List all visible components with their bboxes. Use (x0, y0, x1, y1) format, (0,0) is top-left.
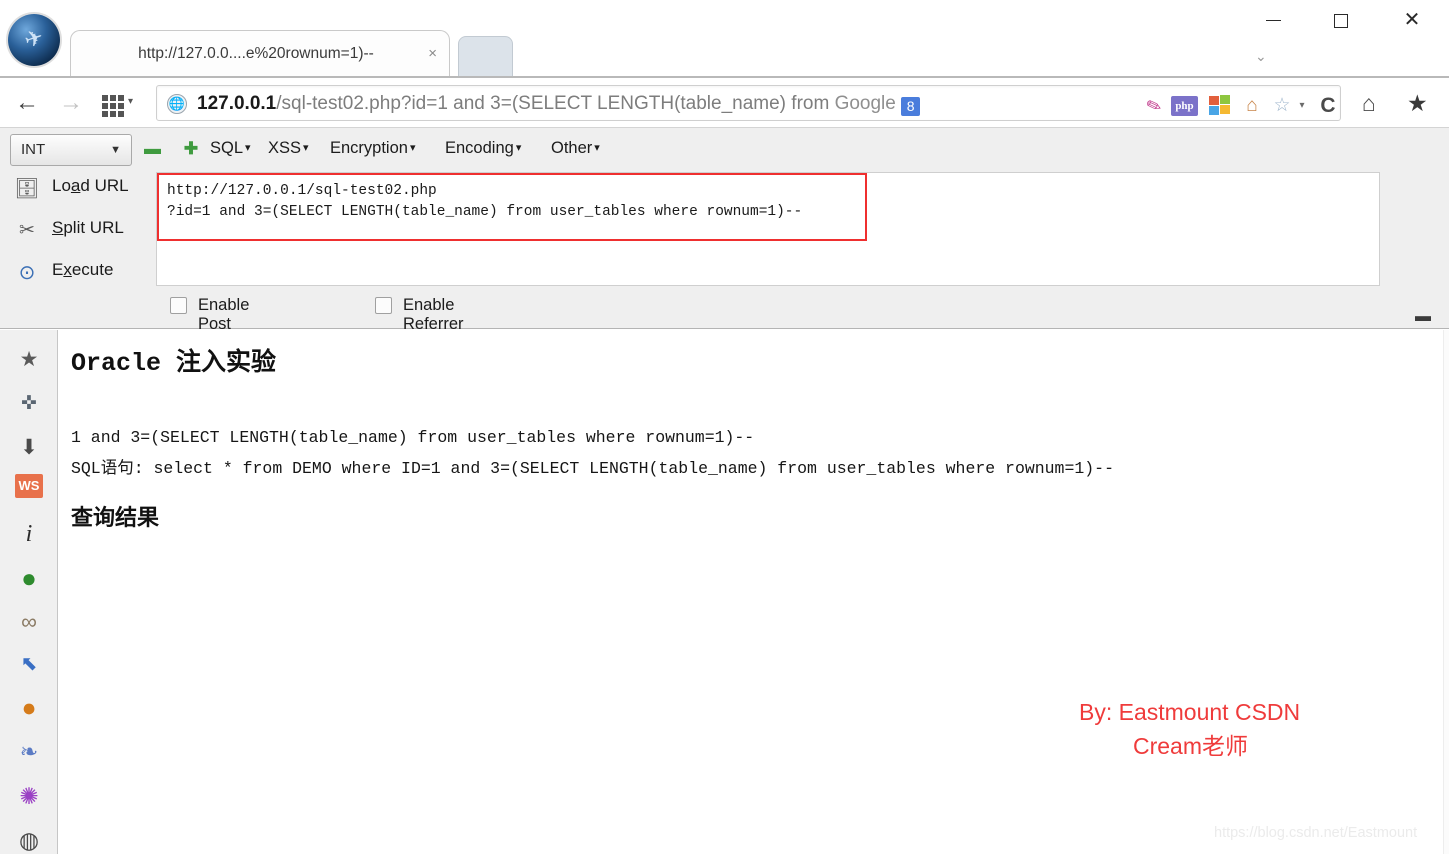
load-url-button[interactable]: 🗄 Load URL (12, 172, 152, 208)
window-controls: ✕ (1239, 0, 1449, 40)
green-globe-icon[interactable]: ● (13, 562, 45, 594)
split-url-button[interactable]: ✂ Split URL (12, 214, 152, 250)
url-host: 127.0.0.1 (197, 93, 277, 114)
select-element-icon[interactable]: ⬉ (13, 648, 45, 680)
sql-statement-line: SQL语句: select * from DEMO where ID=1 and… (71, 459, 1114, 478)
home-extension-icon[interactable]: ⌂ (1240, 94, 1264, 118)
menu-encryption[interactable]: Encryption ▾ (330, 139, 416, 163)
chain-link-icon[interactable]: ∞ (13, 606, 45, 638)
chevron-down-icon: ▼ (110, 144, 121, 156)
apps-caret-icon[interactable]: ▾ (128, 96, 133, 107)
byline-line-1: By: Eastmount CSDN (1079, 699, 1301, 725)
load-url-icon: 🗄 (14, 178, 40, 200)
favorites-icon[interactable]: ★ (13, 344, 45, 376)
download-arrow-icon[interactable]: ⬇ (13, 432, 45, 464)
execute-icon: ⊙ (18, 262, 36, 284)
address-bar-text: 127.0.0.1/sql-test02.php?id=1 and 3=(SEL… (197, 91, 1197, 117)
virus-icon[interactable]: ✺ (13, 780, 45, 812)
split-url-label: Split URL (52, 218, 124, 237)
caret-icon: ▾ (245, 142, 251, 154)
enable-referrer-checkbox[interactable] (375, 297, 392, 314)
browser-window: ✈ http://127.0.0....e%20rownum=1)-- × ⌄ … (0, 0, 1449, 854)
home-button-icon[interactable]: ⌂ (1362, 90, 1376, 117)
author-byline: By: Eastmount CSDN Cream老师 (1079, 695, 1300, 763)
execute-button[interactable]: ⊙ Execute (12, 256, 152, 292)
url-textarea-text: http://127.0.0.1/sql-test02.php ?id=1 an… (167, 183, 803, 220)
menu-encoding[interactable]: Encoding ▾ (445, 139, 521, 163)
chevron-down-icon[interactable]: ▾ (1290, 94, 1314, 118)
menu-sql[interactable]: SQL ▾ (210, 139, 251, 163)
load-url-label: Load URL (52, 176, 129, 195)
type-select-value: INT (21, 141, 46, 158)
caret-icon: ▾ (594, 142, 600, 154)
decrement-button[interactable]: ▬ (144, 140, 161, 158)
globe-icon: 🌐 (167, 94, 187, 114)
type-select-dropdown[interactable]: INT ▼ (10, 134, 132, 166)
byline-line-2: Cream老师 (1133, 733, 1249, 759)
enable-post-data-checkbox[interactable] (170, 297, 187, 314)
menu-encryption-label: Encryption (330, 139, 408, 157)
minimize-button[interactable] (1239, 0, 1307, 40)
execute-label: Execute (52, 260, 114, 279)
enable-referrer-label: Enable Referrer (403, 296, 464, 333)
navigation-bar: ← → ▾ 🌐 127.0.0.1/sql-test02.php?id=1 an… (0, 78, 1449, 128)
hackbar-panel: INT ▼ ▬ ✚ SQL ▾ XSS ▾ Encryption ▾ Encoding… (0, 128, 1449, 408)
seahorse-icon[interactable]: ❧ (13, 736, 45, 768)
back-arrow-icon[interactable]: ← (12, 88, 42, 118)
google-badge-icon: 8 (901, 97, 921, 116)
browser-tab[interactable]: http://127.0.0....e%20rownum=1)-- × (70, 30, 450, 78)
menu-xss-label: XSS (268, 139, 302, 157)
forward-arrow-icon[interactable]: → (56, 88, 86, 118)
tab-title: http://127.0.0....e%20rownum=1)-- (138, 45, 374, 62)
info-icon[interactable]: i (13, 518, 45, 550)
url-path: /sql-test02.php?id=1 and 3=(SELECT LENGT… (276, 93, 835, 114)
palette-icon[interactable]: ◍ (13, 824, 45, 854)
php-icon[interactable]: php (1171, 96, 1198, 116)
caret-icon: ▾ (515, 142, 522, 154)
page-content: Oracle 注入实验 1 and 3=(SELECT LENGTH(table… (59, 330, 1449, 854)
bookmarks-star-icon[interactable]: ★ (1407, 90, 1428, 117)
panel-shrink-button[interactable]: ▬ (1411, 308, 1435, 326)
new-tab-button[interactable] (458, 36, 513, 78)
address-bar[interactable]: 🌐 127.0.0.1/sql-test02.php?id=1 and 3=(S… (156, 85, 1341, 121)
page-title: Oracle 注入实验 (71, 349, 277, 378)
orange-sphere-icon[interactable]: ● (13, 692, 45, 724)
result-heading: 查询结果 (71, 505, 160, 530)
blog-watermark: https://blog.csdn.net/Eastmount (1214, 825, 1418, 841)
title-bar: ✈ http://127.0.0....e%20rownum=1)-- × ⌄ … (0, 0, 1449, 78)
split-url-icon: ✂ (19, 220, 35, 241)
injection-echo-line: 1 and 3=(SELECT LENGTH(table_name) from … (71, 428, 755, 447)
windows-flag-icon[interactable] (1208, 95, 1232, 117)
reload-icon[interactable]: C (1316, 94, 1340, 118)
content-scrollbar[interactable] (1443, 330, 1449, 854)
url-suffix: Google (834, 93, 896, 114)
menu-other-label: Other (551, 139, 593, 157)
puzzle-addon-icon[interactable]: ✜ (13, 388, 45, 420)
caret-icon: ▾ (409, 142, 416, 154)
url-textarea[interactable]: http://127.0.0.1/sql-test02.php ?id=1 an… (156, 172, 1380, 286)
menu-xss[interactable]: XSS ▾ (268, 139, 309, 163)
close-button[interactable]: ✕ (1378, 0, 1446, 40)
extension-sidebar: ★ ✜ ⬇ WS i ● ∞ ⬉ ● ❧ ✺ ◍ (0, 330, 58, 854)
chevron-down-icon[interactable]: ⌄ (1255, 48, 1267, 65)
menu-encoding-label: Encoding (445, 139, 514, 157)
menu-sql-label: SQL (210, 139, 244, 157)
menu-other[interactable]: Other ▾ (551, 139, 600, 163)
browser-logo-icon: ✈ (8, 14, 60, 66)
hackbar-actions: 🗄 Load URL ✂ Split URL ⊙ Execute (0, 172, 150, 292)
caret-icon: ▾ (303, 142, 309, 154)
ws-badge-icon[interactable]: WS (15, 474, 43, 498)
apps-grid-icon[interactable] (96, 90, 130, 120)
tab-close-icon[interactable]: × (428, 45, 437, 62)
logo-bird-glyph: ✈ (21, 23, 47, 54)
maximize-button[interactable] (1307, 0, 1375, 40)
increment-button[interactable]: ✚ (183, 140, 199, 158)
